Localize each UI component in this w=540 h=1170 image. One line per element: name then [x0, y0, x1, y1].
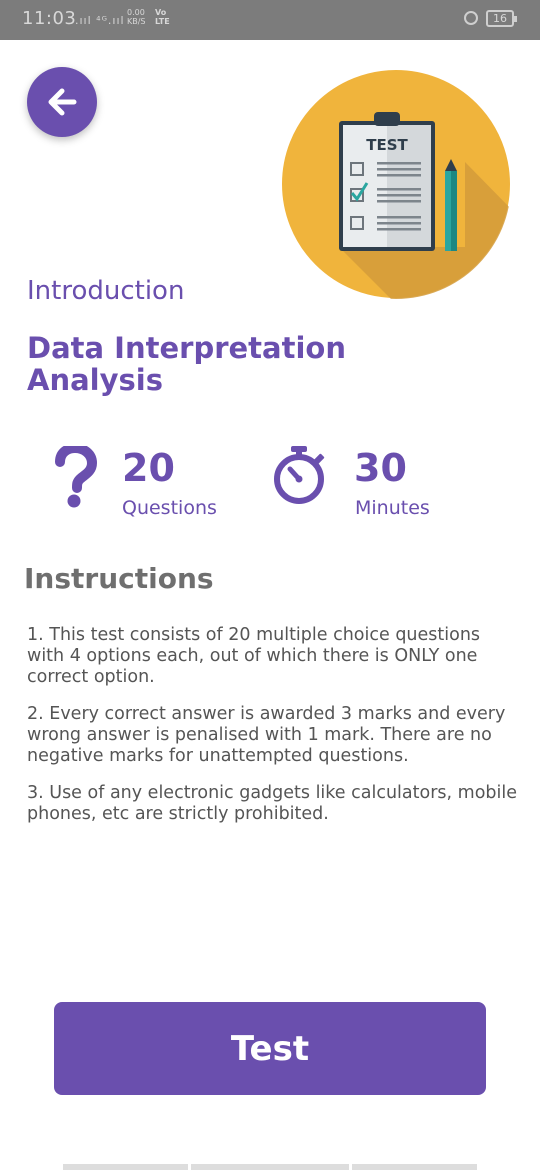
network-speed: 0.00 KB/S — [127, 8, 146, 26]
status-time: 11:03 — [22, 8, 77, 29]
test-clipboard-illustration: TEST — [279, 67, 513, 301]
test-clipboard-icon: TEST — [280, 68, 512, 300]
status-bar: 11:03 .ııl ⁴ᴳ.ııl 0.00 KB/S Vo LTE 16 — [0, 0, 540, 40]
instruction-item: 2. Every correct answer is awarded 3 mar… — [27, 704, 506, 766]
back-button[interactable] — [27, 67, 97, 137]
nav-hint-right — [352, 1164, 477, 1170]
nav-hint-left — [63, 1164, 188, 1170]
instructions-list: 1. This test consists of 20 multiple cho… — [27, 625, 519, 841]
arrow-left-icon — [48, 88, 77, 116]
nav-hint-center — [191, 1164, 349, 1170]
questions-count: 20 — [122, 446, 175, 490]
signal-icon: .ııl ⁴ᴳ.ııl — [75, 14, 125, 27]
lock-icon — [464, 11, 478, 25]
minutes-label: Minutes — [355, 497, 430, 519]
intro-label: Introduction — [27, 276, 185, 306]
topic-title: Data Interpretation Analysis — [27, 331, 346, 397]
battery-icon: 16 — [486, 10, 517, 27]
questions-label: Questions — [122, 497, 217, 519]
minutes-count: 30 — [354, 446, 407, 490]
instruction-item: 1. This test consists of 20 multiple cho… — [27, 625, 481, 687]
instructions-heading: Instructions — [24, 562, 214, 595]
volte-icon: Vo LTE — [155, 8, 170, 26]
stopwatch-icon — [274, 446, 325, 504]
start-test-button[interactable]: Test — [54, 1002, 486, 1095]
hero-test-label: TEST — [366, 136, 408, 154]
question-mark-icon — [55, 446, 98, 508]
instruction-item: 3. Use of any electronic gadgets like ca… — [27, 783, 517, 824]
